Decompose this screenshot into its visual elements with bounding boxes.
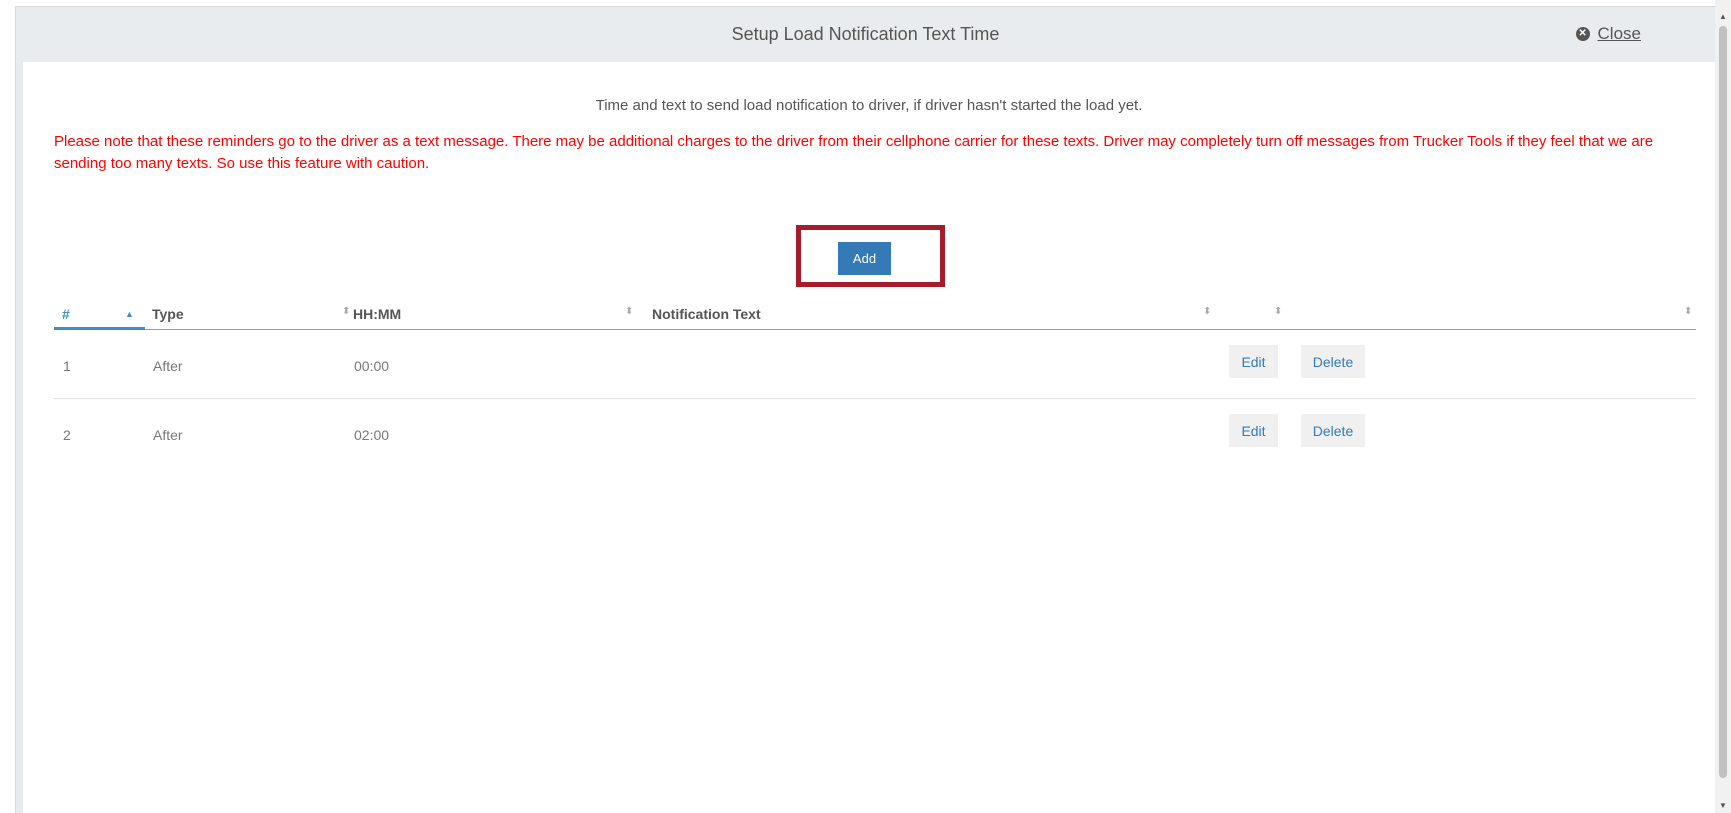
edit-button[interactable]: Edit — [1229, 345, 1278, 378]
modal-title: Setup Load Notification Text Time — [731, 24, 1000, 44]
notification-grid: # ▲ Type ⬍ HH:MM ⬍ Notification Text ⬍ ⬍… — [54, 297, 1696, 468]
cell-time: 02:00 — [354, 427, 390, 443]
scroll-down-arrow-icon[interactable]: ▼ — [1715, 799, 1731, 813]
column-header-type[interactable]: Type — [152, 306, 184, 322]
vertical-scrollbar[interactable]: ▲ ▼ — [1715, 0, 1731, 813]
close-circle-icon: ✕ — [1575, 27, 1590, 41]
sort-icon[interactable]: ⬍ — [625, 307, 633, 317]
scroll-up-arrow-icon[interactable]: ▲ — [1715, 10, 1731, 24]
table-row: 1 After 00:00 Edit Delete — [54, 330, 1696, 399]
modal-header: Setup Load Notification Text Time ✕ Clos… — [16, 7, 1715, 61]
add-button[interactable]: Add — [838, 242, 891, 275]
cell-type: After — [153, 427, 183, 443]
info-text: Time and text to send load notification … — [595, 97, 1143, 114]
sort-ascending-icon[interactable]: ▲ — [125, 310, 134, 319]
scroll-thumb[interactable] — [1719, 26, 1727, 778]
cell-number: 2 — [63, 427, 71, 443]
modal-body: Time and text to send load notification … — [23, 62, 1715, 813]
column-header-time[interactable]: HH:MM — [353, 306, 401, 322]
sort-icon[interactable]: ⬍ — [342, 307, 350, 317]
close-button[interactable]: ✕ Close — [1575, 24, 1641, 44]
sort-icon[interactable]: ⬍ — [1203, 307, 1211, 317]
column-header-notification-text[interactable]: Notification Text — [652, 306, 761, 322]
close-label[interactable]: Close — [1598, 24, 1641, 44]
modal-dialog: Setup Load Notification Text Time ✕ Clos… — [15, 6, 1715, 813]
sort-icon[interactable]: ⬍ — [1274, 307, 1282, 317]
delete-button[interactable]: Delete — [1301, 345, 1365, 378]
cell-type: After — [153, 358, 183, 374]
delete-button[interactable]: Delete — [1301, 414, 1365, 447]
cell-time: 00:00 — [354, 358, 390, 374]
grid-header: # ▲ Type ⬍ HH:MM ⬍ Notification Text ⬍ ⬍… — [54, 297, 1696, 330]
warning-text: Please note that these reminders go to t… — [54, 133, 1654, 172]
column-header-number[interactable]: # — [62, 306, 70, 322]
cell-number: 1 — [63, 358, 71, 374]
edit-button[interactable]: Edit — [1229, 414, 1278, 447]
table-row: 2 After 02:00 Edit Delete — [54, 399, 1696, 468]
add-button-highlight: Add — [796, 225, 945, 287]
sort-icon[interactable]: ⬍ — [1684, 307, 1692, 317]
